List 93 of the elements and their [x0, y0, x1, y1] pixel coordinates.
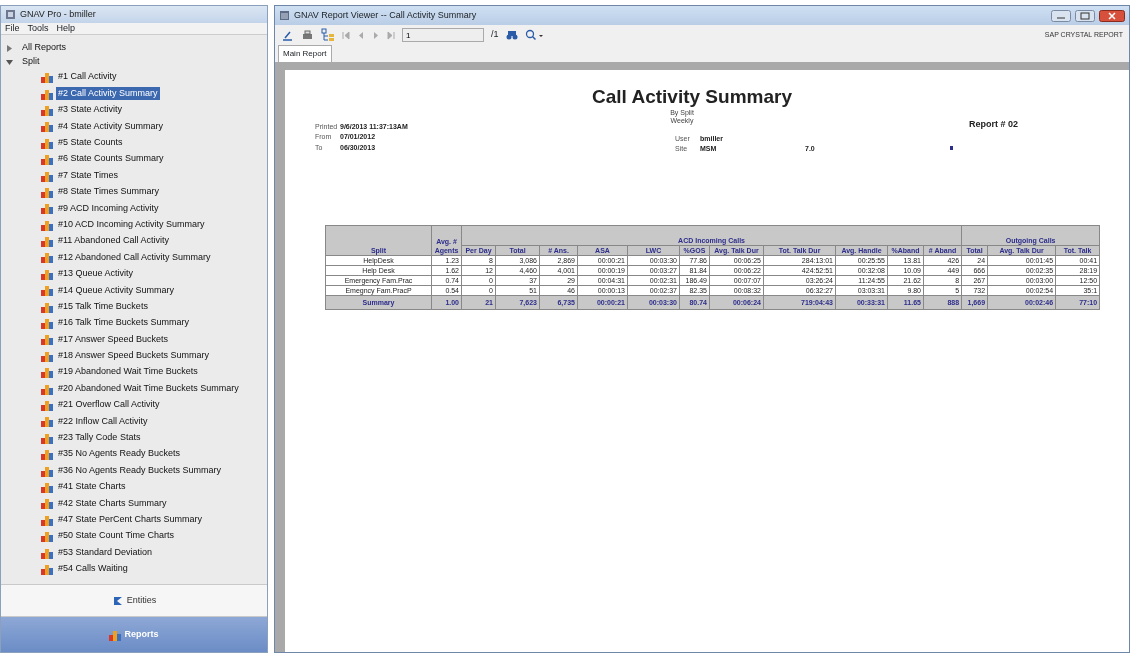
window-title: GNAV Pro - bmiller — [20, 7, 96, 21]
tree-item[interactable]: #23 Tally Code Stats — [56, 431, 143, 445]
report-icon — [41, 366, 53, 379]
report-icon — [41, 448, 53, 461]
tab[interactable]: Main Report — [278, 45, 332, 62]
report-icon — [41, 464, 53, 477]
report-icon — [41, 120, 53, 133]
tree-item[interactable]: #10 ACD Incoming Activity Summary — [56, 217, 207, 232]
tree-item[interactable]: #11 Abandoned Call Activity — [56, 234, 171, 248]
report-icon — [41, 235, 53, 248]
tree-item[interactable]: #13 Queue Activity — [56, 267, 136, 281]
tree-item[interactable]: #41 State Charts — [56, 480, 128, 494]
menu-item[interactable]: Help — [56, 21, 76, 36]
report-icon — [41, 153, 53, 166]
page-count: /1 — [491, 28, 499, 42]
tree-item[interactable]: #14 Queue Activity Summary — [56, 283, 177, 297]
menu-item[interactable]: File — [5, 21, 20, 36]
report-icon — [41, 71, 53, 84]
report-icon — [41, 317, 53, 330]
flag-icon — [111, 594, 124, 607]
report-icon — [41, 103, 53, 116]
tree-item[interactable]: All Reports — [20, 41, 68, 55]
tree-item[interactable]: #12 Abandoned Call Activity Summary — [56, 250, 213, 265]
report-icon — [41, 530, 53, 543]
tree-item[interactable]: #9 ACD Incoming Activity — [56, 201, 161, 216]
tree-item[interactable]: #19 Abandoned Wait Time Buckets — [56, 365, 200, 379]
report-icon — [41, 349, 53, 362]
expand-arrow-icon[interactable] — [5, 57, 14, 67]
tree-item[interactable]: #42 State Charts Summary — [56, 496, 169, 511]
close-button[interactable] — [1099, 9, 1125, 22]
marker-icon — [949, 145, 954, 151]
report-number: Report # 02 — [969, 118, 1020, 131]
report-icon — [41, 399, 53, 411]
report-icon — [41, 415, 53, 428]
report-icon — [41, 497, 53, 510]
report-icon — [41, 284, 53, 297]
tree-item[interactable]: #1 Call Activity — [56, 70, 119, 84]
group-tree-icon[interactable] — [321, 28, 335, 42]
report-icon — [41, 300, 53, 313]
tree-item[interactable]: #7 State Times — [56, 168, 121, 183]
tree-item[interactable]: #53 Standard Deviation — [56, 545, 155, 560]
previous-page-icon[interactable] — [357, 30, 365, 40]
tree-item[interactable]: #50 State Count Time Charts — [56, 529, 177, 543]
report-icon — [109, 628, 122, 641]
tree-item[interactable]: #15 Talk Time Buckets — [56, 299, 150, 314]
report-icon — [41, 136, 53, 149]
tree-item[interactable]: #21 Overflow Call Activity — [56, 398, 162, 412]
tree-item[interactable]: #4 State Activity Summary — [56, 119, 166, 134]
tree-item[interactable]: #16 Talk Time Buckets Summary — [56, 316, 191, 330]
report-icon — [41, 202, 53, 215]
minimize-button[interactable] — [1051, 9, 1071, 22]
report-icon — [41, 267, 53, 280]
tree-item[interactable]: #20 Abandoned Wait Time Buckets Summary — [56, 381, 241, 396]
tree-item[interactable]: #6 State Counts Summary — [56, 152, 166, 166]
report-icon — [41, 513, 53, 526]
binoculars-icon[interactable] — [505, 29, 518, 41]
tree-item[interactable]: Split — [20, 55, 42, 69]
app-icon — [5, 9, 16, 20]
report-icon — [41, 562, 53, 575]
maximize-button[interactable] — [1075, 9, 1095, 22]
report-title: Call Activity Summary — [591, 86, 793, 109]
window-title: GNAV Report Viewer -- Call Activity Summary — [294, 8, 478, 22]
tree-item[interactable]: #17 Answer Speed Buckets — [56, 332, 171, 347]
tree-item[interactable]: #54 Calls Waiting — [56, 562, 130, 576]
tree-item[interactable]: #22 Inflow Call Activity — [56, 414, 150, 429]
report-icon — [41, 382, 53, 395]
tree-item[interactable]: #2 Call Activity Summary — [56, 86, 160, 101]
report-icon — [41, 185, 53, 198]
app-icon — [279, 10, 290, 21]
tree-item[interactable]: #3 State Activity — [56, 103, 125, 117]
report-icon — [41, 218, 53, 231]
collapse-arrow-icon[interactable] — [5, 43, 14, 53]
zoom-icon[interactable] — [524, 29, 543, 41]
tree-item[interactable]: #5 State Counts — [56, 136, 125, 150]
last-page-icon[interactable] — [387, 30, 395, 40]
tree-item[interactable]: #36 No Agents Ready Buckets Summary — [56, 463, 224, 478]
report-icon — [41, 431, 53, 444]
page-number-field[interactable]: 1 — [402, 28, 484, 42]
report-icon — [41, 251, 53, 264]
report-icon — [41, 480, 53, 493]
tree-item[interactable]: #8 State Times Summary — [56, 185, 162, 199]
tree-item[interactable]: #35 No Agents Ready Buckets — [56, 447, 183, 461]
menu-item[interactable]: Tools — [27, 21, 49, 36]
report-icon — [41, 333, 53, 346]
next-page-icon[interactable] — [372, 30, 380, 40]
tree-item[interactable]: #47 State PerCent Charts Summary — [56, 513, 205, 527]
report-icon — [41, 87, 53, 100]
tree-item[interactable]: #18 Answer Speed Buckets Summary — [56, 349, 212, 363]
first-page-icon[interactable] — [342, 30, 350, 40]
report-icon — [41, 546, 53, 559]
nav-button[interactable]: Entities — [1, 584, 267, 616]
report-icon — [41, 169, 53, 182]
print-icon[interactable] — [301, 28, 314, 42]
